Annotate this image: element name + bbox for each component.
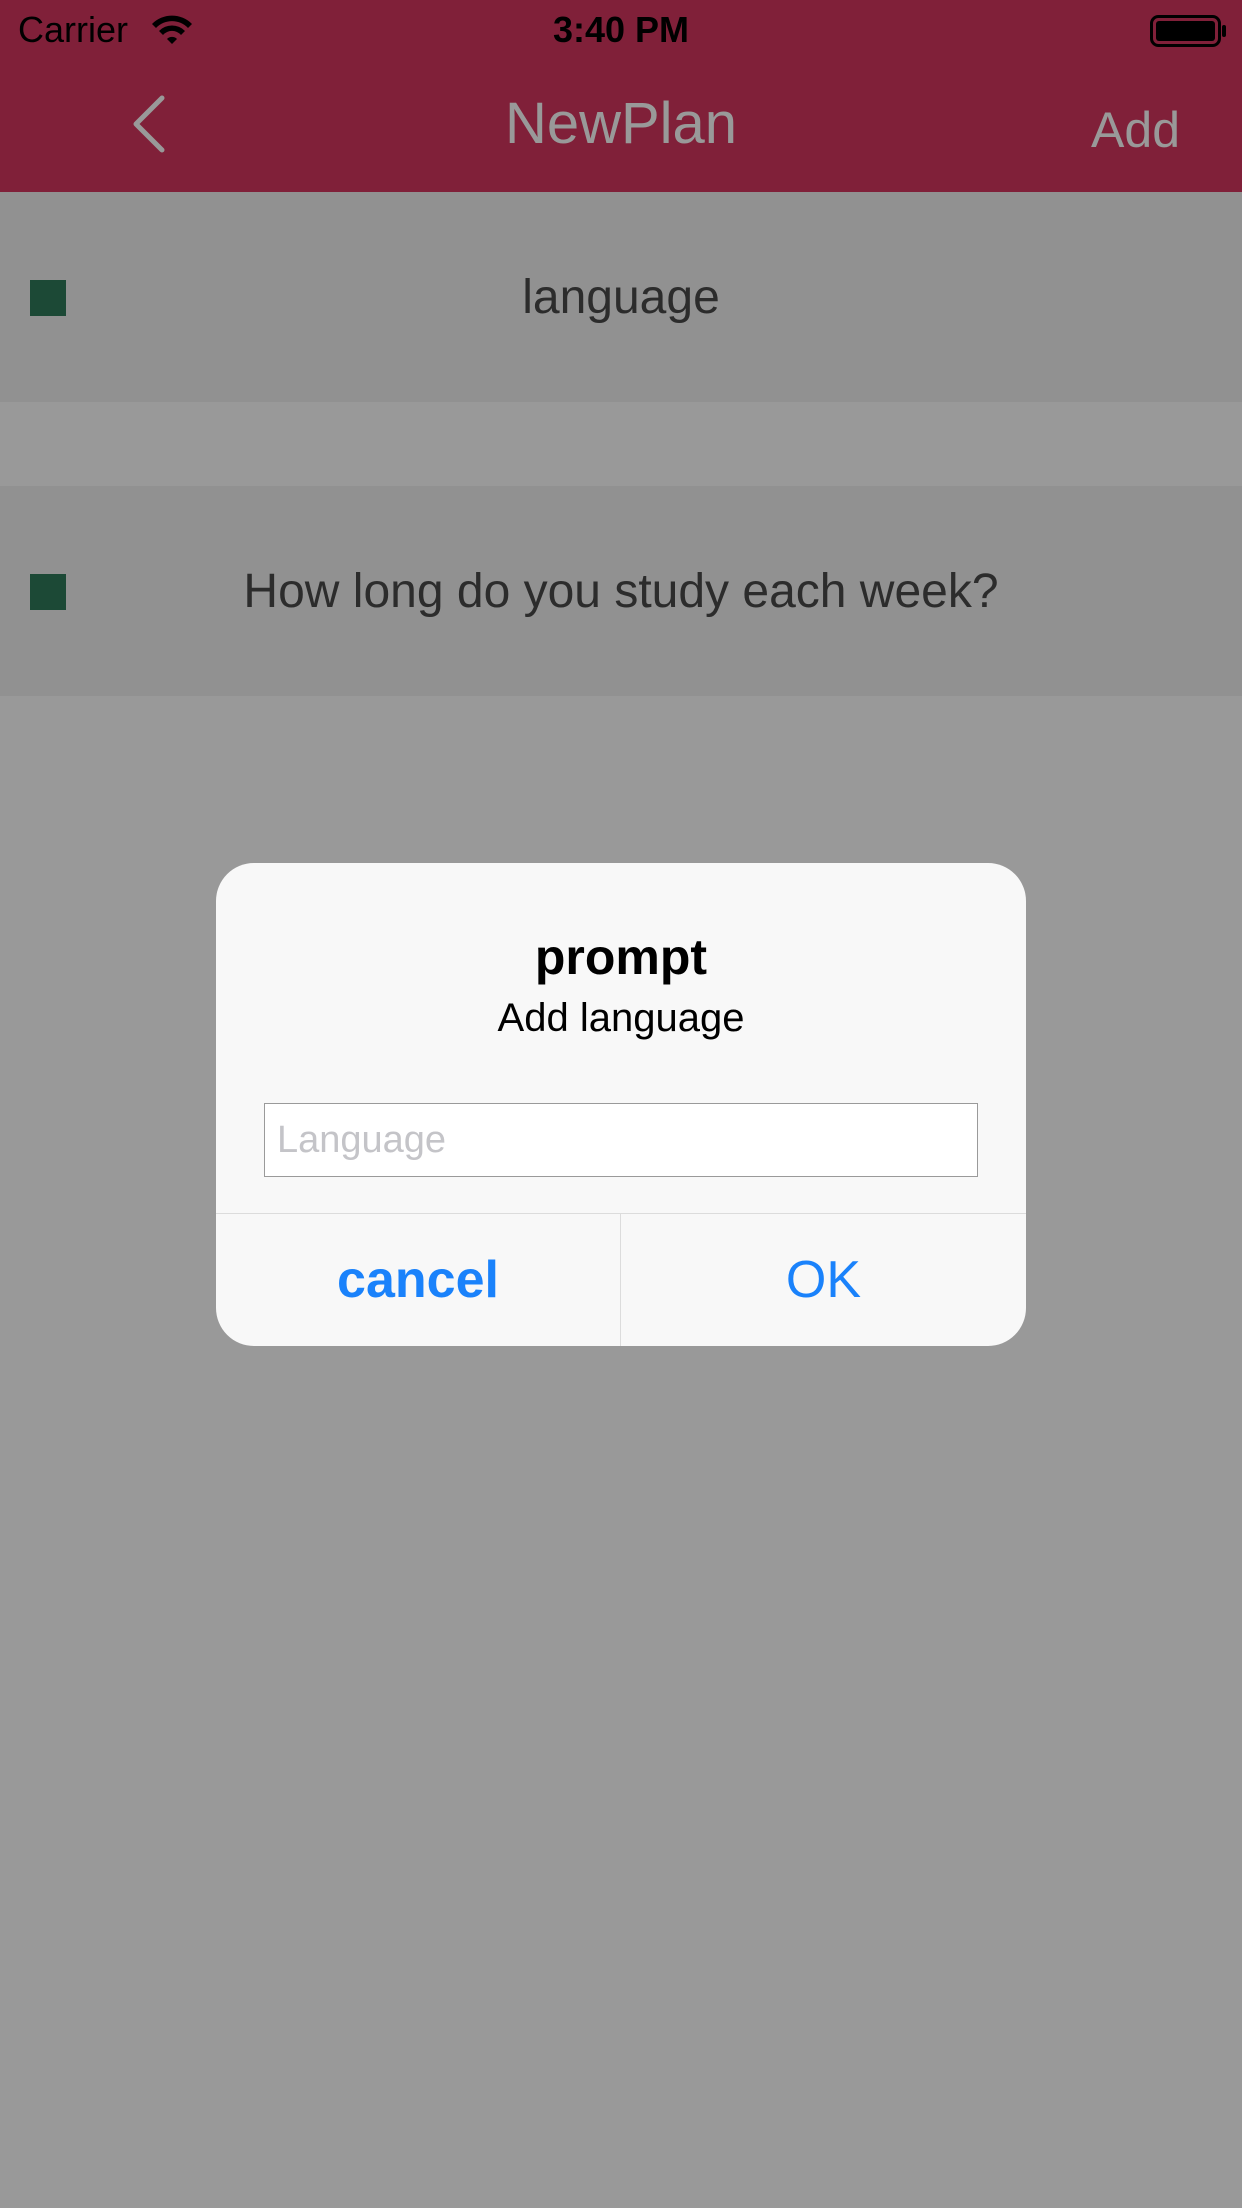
dialog-message: Add language: [497, 996, 745, 1040]
cancel-button[interactable]: cancel: [216, 1214, 620, 1346]
language-input[interactable]: [264, 1103, 978, 1177]
prompt-dialog: prompt Add language cancel OK: [216, 863, 1026, 1346]
dialog-title: prompt: [534, 929, 708, 985]
ok-button[interactable]: OK: [621, 1214, 1026, 1346]
